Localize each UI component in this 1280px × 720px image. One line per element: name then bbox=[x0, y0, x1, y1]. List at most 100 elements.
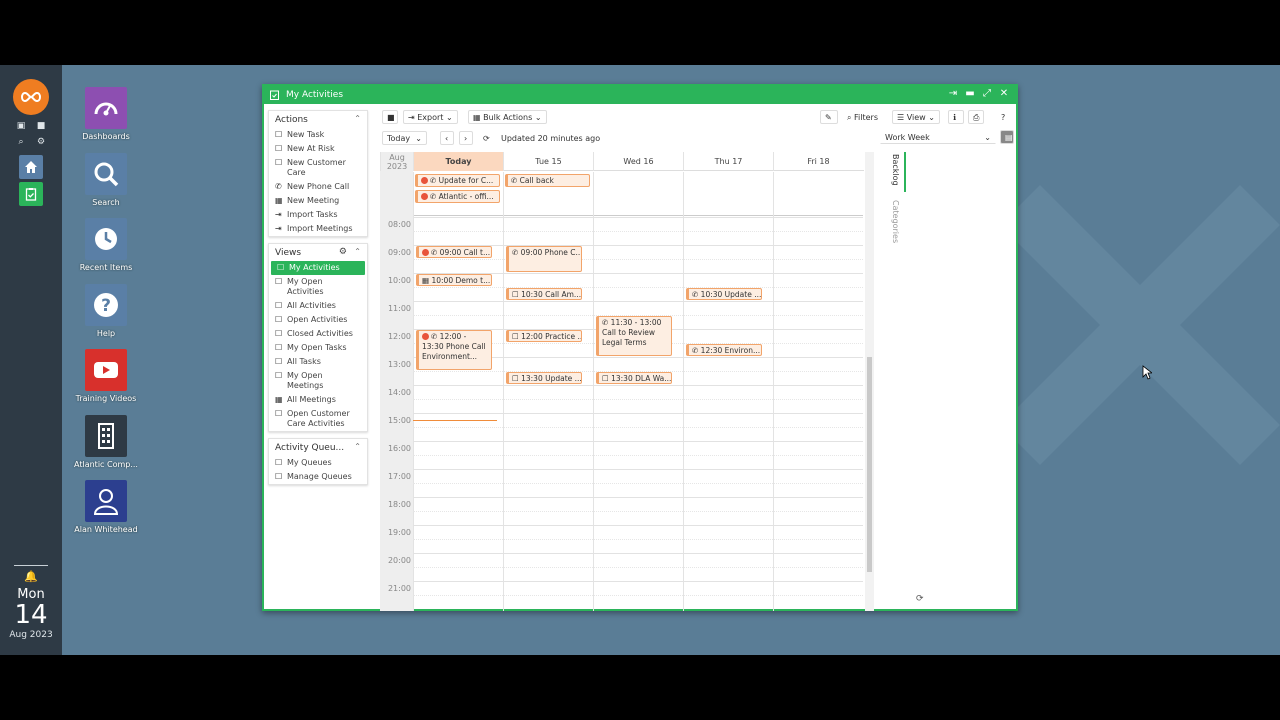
activities-app-icon[interactable] bbox=[19, 182, 43, 206]
desktop-icon-help[interactable]: ? Help bbox=[72, 283, 140, 338]
view-item[interactable]: ☐ Closed Activities bbox=[269, 327, 367, 341]
filters-button[interactable]: ⌕ Filters bbox=[842, 110, 884, 124]
view-item[interactable]: ▦ All Meetings bbox=[269, 393, 367, 407]
select-all-checkbox[interactable]: ■ bbox=[382, 110, 398, 124]
view-button[interactable]: ☰ View ⌄ bbox=[892, 110, 940, 124]
queue-item[interactable]: ☐ Manage Queues bbox=[269, 470, 367, 484]
close-icon[interactable]: ✕ bbox=[997, 88, 1011, 99]
bell-icon[interactable]: 🔔 bbox=[0, 570, 62, 583]
calendar-event[interactable]: ✆ 12:00 - 13:30 Phone Call Environment..… bbox=[416, 330, 492, 370]
help-icon[interactable]: ? bbox=[85, 283, 127, 326]
action-item[interactable]: ⇥ Import Tasks bbox=[269, 208, 367, 222]
day-column[interactable] bbox=[503, 172, 593, 611]
calendar-event[interactable]: ☐ 13:30 Update ... bbox=[506, 372, 582, 384]
views-panel-header[interactable]: Views ⚙ ⌃ bbox=[269, 244, 367, 261]
desktop-icon-alan-whitehead[interactable]: Alan Whitehead bbox=[72, 480, 140, 534]
window-small-icon[interactable]: ■ bbox=[36, 122, 46, 131]
view-item[interactable]: ☐ All Activities bbox=[269, 299, 367, 313]
day-header[interactable]: Today bbox=[413, 152, 503, 171]
view-mode-select[interactable]: Work Week ⌄ bbox=[880, 130, 996, 144]
collapse-icon[interactable]: ⌃ bbox=[354, 442, 361, 451]
bulk-actions-button[interactable]: ▦ Bulk Actions ⌄ bbox=[468, 110, 547, 124]
user-icon[interactable] bbox=[85, 480, 127, 522]
search-small-icon[interactable]: ⌕ bbox=[16, 138, 26, 147]
view-item[interactable]: ☐ My Open Meetings bbox=[269, 369, 367, 393]
day-header[interactable]: Fri 18 bbox=[773, 152, 863, 171]
refresh-icon[interactable]: ⟳ bbox=[916, 594, 924, 604]
calendar-event[interactable]: ☐ 13:30 DLA Wa... bbox=[596, 372, 672, 384]
day-header[interactable]: Wed 16 bbox=[593, 152, 683, 171]
view-item[interactable]: ☐ My Open Activities bbox=[269, 275, 367, 299]
calendar-scrollbar[interactable] bbox=[865, 152, 874, 611]
desktop-icon-atlantic-comp[interactable]: Atlantic Comp... bbox=[72, 414, 140, 469]
collapse-icon[interactable]: ⌃ bbox=[354, 114, 361, 123]
action-item[interactable]: ☐ New At Risk bbox=[269, 142, 367, 156]
phone-icon: ✆ bbox=[602, 318, 611, 327]
calendar-event[interactable]: ✆ 11:30 - 13:00 Call to Review Legal Ter… bbox=[596, 316, 672, 356]
day-column[interactable] bbox=[683, 172, 773, 611]
action-item[interactable]: ☐ New Task bbox=[269, 128, 367, 142]
export-button[interactable]: ⇥ Export ⌄ bbox=[403, 110, 458, 124]
view-item[interactable]: ☐ My Activities bbox=[271, 261, 365, 275]
help-icon[interactable]: ? bbox=[996, 110, 1012, 124]
app-logo[interactable] bbox=[13, 79, 49, 115]
view-item[interactable]: ☐ Open Customer Care Activities bbox=[269, 407, 367, 431]
day-column[interactable] bbox=[773, 172, 863, 611]
info-icon[interactable]: ℹ bbox=[948, 110, 964, 124]
action-item[interactable]: ☐ New Customer Care bbox=[269, 156, 367, 180]
action-item[interactable]: ⇥ Import Meetings bbox=[269, 222, 367, 236]
refresh-icon[interactable]: ⟳ bbox=[478, 131, 495, 145]
calendar-event[interactable]: ☐ 12:00 Practice ... bbox=[506, 330, 582, 342]
day-column[interactable] bbox=[593, 172, 683, 611]
view-item[interactable]: ☐ Open Activities bbox=[269, 313, 367, 327]
day-header[interactable]: Thu 17 bbox=[683, 152, 773, 171]
pin-icon[interactable]: ⇥ bbox=[946, 88, 960, 99]
building-icon[interactable] bbox=[85, 414, 127, 457]
queues-panel-header[interactable]: Activity Queu... ⌃ bbox=[269, 439, 367, 456]
backlog-tab[interactable]: Backlog bbox=[891, 154, 900, 186]
desktop-icon-dashboards[interactable]: Dashboards bbox=[72, 87, 140, 141]
next-icon[interactable]: › bbox=[459, 131, 473, 145]
window-titlebar[interactable]: My Activities ⇥ ▬ ⤢ ✕ bbox=[264, 86, 1016, 104]
view-item[interactable]: ☐ All Tasks bbox=[269, 355, 367, 369]
desktop-icon-recent-items[interactable]: Recent Items bbox=[72, 218, 140, 272]
calendar-event[interactable]: ✆ 09:00 Phone C... bbox=[506, 246, 582, 272]
right-panel: Work Week ⌄ ▤ Backlog Categories ⟳ bbox=[880, 130, 1014, 610]
calendar-small-icon[interactable]: ▣ bbox=[16, 122, 26, 131]
actions-panel-header[interactable]: Actions ⌃ bbox=[269, 111, 367, 128]
search-icon[interactable] bbox=[85, 152, 127, 195]
today-label: Today bbox=[387, 134, 411, 143]
calendar-event[interactable]: ✆ 09:00 Call t... bbox=[416, 246, 492, 258]
phone-icon: ✆ bbox=[431, 332, 440, 341]
queue-item[interactable]: ☐ My Queues bbox=[269, 456, 367, 470]
clock-icon[interactable] bbox=[85, 218, 127, 260]
queues-panel: Activity Queu... ⌃ ☐ My Queues ☐ Manage Que… bbox=[268, 438, 368, 485]
prev-icon[interactable]: ‹ bbox=[440, 131, 454, 145]
edit-icon[interactable]: ✎ bbox=[820, 110, 838, 124]
action-item[interactable]: ✆ New Phone Call bbox=[269, 180, 367, 194]
panel-toggle-icon[interactable]: ▤ bbox=[1000, 130, 1014, 144]
categories-tab[interactable]: Categories bbox=[891, 200, 900, 243]
calendar-event[interactable]: ▦ 10:00 Demo t... bbox=[416, 274, 492, 286]
print-icon[interactable]: ⎙ bbox=[968, 110, 984, 124]
maximize-icon[interactable]: ⤢ bbox=[980, 88, 994, 99]
desktop-icon-search[interactable]: Search bbox=[72, 152, 140, 207]
day-column[interactable] bbox=[413, 172, 503, 611]
calendar-event[interactable]: ☐ 10:30 Call Am... bbox=[506, 288, 582, 300]
view-item[interactable]: ☐ My Open Tasks bbox=[269, 341, 367, 355]
play-icon[interactable] bbox=[85, 349, 127, 391]
scrollbar-thumb[interactable] bbox=[867, 357, 872, 572]
desktop-icon-label: Training Videos bbox=[75, 394, 137, 403]
desktop-icon-training-videos[interactable]: Training Videos bbox=[72, 349, 140, 403]
settings-small-icon[interactable]: ⚙ bbox=[36, 138, 46, 147]
gear-icon[interactable]: ⚙ bbox=[339, 247, 347, 257]
minimize-icon[interactable]: ▬ bbox=[963, 88, 977, 99]
gauge-icon[interactable] bbox=[85, 87, 127, 129]
today-dropdown[interactable]: Today ⌄ bbox=[382, 131, 427, 145]
calendar-event[interactable]: ✆ 12:30 Environ... bbox=[686, 344, 762, 356]
home-icon[interactable] bbox=[19, 155, 43, 179]
collapse-icon[interactable]: ⌃ bbox=[354, 247, 361, 256]
action-item[interactable]: ▦ New Meeting bbox=[269, 194, 367, 208]
calendar-event[interactable]: ✆ 10:30 Update ... bbox=[686, 288, 762, 300]
day-header[interactable]: Tue 15 bbox=[503, 152, 593, 171]
